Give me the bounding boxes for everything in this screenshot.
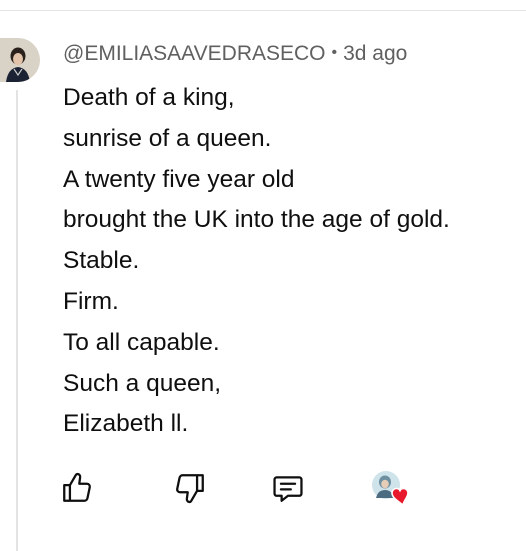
separator-dot: •: [331, 44, 338, 61]
comment-header: @EMILIASAAVEDRASECO • 3d ago: [63, 40, 518, 68]
avatar[interactable]: [0, 38, 40, 82]
comment-line: brought the UK into the age of gold.: [63, 206, 450, 234]
reply-button[interactable]: [268, 468, 308, 508]
comment-text: Death of a king, sunrise of a queen. A t…: [63, 78, 518, 445]
comment-line: To all capable.: [63, 328, 220, 356]
comment-line: Stable.: [63, 247, 140, 275]
comment-line: A twenty five year old: [63, 165, 295, 193]
comment-line: Elizabeth ll.: [63, 410, 189, 438]
author-name[interactable]: @EMILIASAAVEDRASECO: [63, 42, 326, 66]
like-button[interactable]: [57, 468, 97, 508]
comment-line: sunrise of a queen.: [63, 124, 272, 152]
timestamp[interactable]: 3d ago: [343, 42, 407, 66]
comment: @EMILIASAAVEDRASECO • 3d ago Death of a …: [63, 40, 518, 445]
comment-actions: [0, 468, 526, 508]
creator-heart-icon: [372, 471, 409, 507]
comment-line: Death of a king,: [63, 84, 235, 111]
thumb-down-icon: [176, 474, 204, 504]
comment-line: Such a queen,: [63, 369, 222, 397]
dislike-button[interactable]: [170, 468, 210, 508]
comment-line: Firm.: [63, 287, 119, 315]
avatar-image: [0, 38, 40, 82]
reply-comment-icon: [273, 476, 303, 502]
thumb-up-icon: [63, 472, 91, 502]
top-divider: [0, 10, 526, 11]
creator-heart-badge: [368, 468, 416, 508]
